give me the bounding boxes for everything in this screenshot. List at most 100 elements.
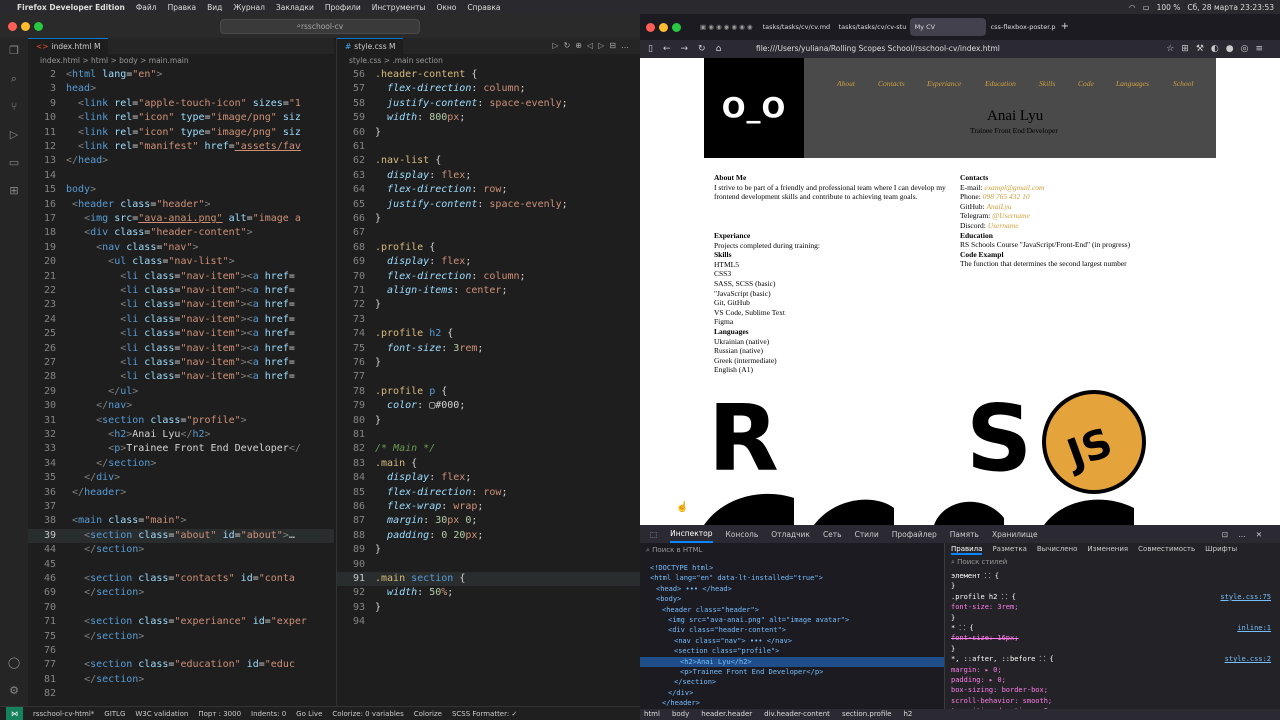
breadcrumb-item[interactable]: h2 xyxy=(903,709,912,720)
wifi-icon[interactable]: ◠ xyxy=(1129,3,1136,12)
url-bar[interactable]: file:///Users/yuliana/Rolling Scopes Sch… xyxy=(756,42,1086,56)
email-link[interactable]: exampl@gmail.com xyxy=(984,183,1044,192)
nav-school[interactable]: School xyxy=(1173,79,1193,88)
code-line[interactable]: 65 justify-content: space-evenly; xyxy=(337,198,640,212)
css-rule-line[interactable]: *, ::after, ::before ⸬ {style.css:2 xyxy=(951,654,1275,664)
code-line[interactable]: 10 <link rel="icon" type="image/png" siz xyxy=(28,111,334,125)
css-rule-line[interactable]: } xyxy=(951,613,1275,623)
tab-profiler[interactable]: Профайлер xyxy=(892,530,937,539)
dom-node[interactable]: <nav class="nav"> ••• </nav> xyxy=(674,636,792,646)
code-line[interactable]: 85 flex-direction: row; xyxy=(337,486,640,500)
code-line[interactable]: 25 <li class="nav-item"><a href= xyxy=(28,327,334,341)
status-scss-formatter[interactable]: SCSS Formatter: ✓ xyxy=(452,710,517,718)
dom-node[interactable]: <body> xyxy=(656,594,681,604)
code-line[interactable]: 88 padding: 0 20px; xyxy=(337,529,640,543)
code-line[interactable]: 69 display: flex; xyxy=(337,255,640,269)
css-source-link[interactable]: inline:1 xyxy=(1237,623,1271,633)
html-search-input[interactable]: ⌕ Поиск в HTML xyxy=(646,545,702,555)
menu-view[interactable]: Вид xyxy=(207,3,222,12)
code-line[interactable]: 45 xyxy=(28,558,334,572)
editor-html[interactable]: <> index.html M index.html > html > body … xyxy=(28,38,334,706)
breadcrumb-item[interactable]: section.profile xyxy=(842,709,892,720)
code-line[interactable]: 21 <li class="nav-item"><a href= xyxy=(28,270,334,284)
command-search-input[interactable]: ⌕ rsschool-cv xyxy=(220,18,420,34)
close-window-icon[interactable] xyxy=(8,22,17,31)
pinned-tab-icons[interactable]: ▣ ◉ ◉ ◉ ◉ ◉ ◉ xyxy=(695,18,758,36)
minimize-window-icon[interactable] xyxy=(21,22,30,31)
menu-bookmarks[interactable]: Закладки xyxy=(276,3,314,12)
code-line[interactable]: 19 <nav class="nav"> xyxy=(28,241,334,255)
code-line[interactable]: 9 <link rel="apple-touch-icon" sizes="1 xyxy=(28,97,334,111)
code-line[interactable]: 77 <section class="education" id="educ xyxy=(28,658,334,672)
status-w3c[interactable]: W3C validation xyxy=(135,710,188,718)
code-line[interactable]: 32 <h2>Anai Lyu</h2> xyxy=(28,428,334,442)
code-line[interactable]: 73 xyxy=(337,313,640,327)
code-line[interactable]: 59 width: 800px; xyxy=(337,111,640,125)
code-line[interactable]: 46 <section class="contacts" id="conta xyxy=(28,572,334,586)
search-icon[interactable]: ⌕ xyxy=(7,72,21,86)
editor-css[interactable]: # style.css M ▷↻⊕◁▷⊟… style.css > .main s… xyxy=(336,38,640,706)
telegram-link[interactable]: @Username xyxy=(992,211,1030,220)
dom-node[interactable]: <p>Trainee Front End Developer</p> xyxy=(680,667,823,677)
status-gitlg[interactable]: GITLG xyxy=(104,710,125,718)
code-line[interactable]: 33 <p>Trainee Front End Developer</ xyxy=(28,442,334,456)
dom-node[interactable]: <h2>Anai Lyu</h2> xyxy=(640,656,944,667)
code-line[interactable]: 67 xyxy=(337,226,640,240)
minimize-window-icon[interactable] xyxy=(659,22,668,32)
source-control-icon[interactable]: ⑂ xyxy=(7,100,21,114)
run-debug-icon[interactable]: ▷ xyxy=(7,128,21,142)
code-line[interactable]: 69 </section> xyxy=(28,586,334,600)
status-golive[interactable]: Go Live xyxy=(296,710,322,718)
tab-style-css[interactable]: # style.css M xyxy=(337,38,404,54)
dom-node[interactable]: <head> ••• </head> xyxy=(656,584,732,594)
code-line[interactable]: 60} xyxy=(337,126,640,140)
code-line[interactable]: 23 <li class="nav-item"><a href= xyxy=(28,298,334,312)
css-rule-line[interactable]: .profile h2 ⸬ {style.css:75 xyxy=(951,592,1275,602)
code-line[interactable]: 18 <div class="header-content"> xyxy=(28,226,334,240)
nav-experiance[interactable]: Experiance xyxy=(927,79,961,88)
tab-styles[interactable]: Стили xyxy=(855,530,879,539)
github-link[interactable]: AnaiLyu xyxy=(986,202,1011,211)
dom-node[interactable]: </section> xyxy=(674,677,716,687)
nav-skills[interactable]: Skills xyxy=(1039,79,1055,88)
app-name[interactable]: Firefox Developer Edition xyxy=(17,3,125,12)
tab-compatibility[interactable]: Совместимость xyxy=(1138,543,1195,555)
folder-icon[interactable]: ▭ xyxy=(7,156,21,170)
phone-link[interactable]: 098 765 432 10 xyxy=(983,192,1030,201)
dom-node[interactable]: </div> xyxy=(668,688,693,698)
explorer-icon[interactable]: ❐ xyxy=(7,44,21,58)
dom-node[interactable]: <header class="header"> xyxy=(662,605,759,615)
code-line[interactable]: 13 </head> xyxy=(28,154,334,168)
code-line[interactable]: 24 <li class="nav-item"><a href= xyxy=(28,313,334,327)
code-line[interactable]: 17 <img src="ava-anai.png" alt="image a xyxy=(28,212,334,226)
close-window-icon[interactable] xyxy=(646,22,655,32)
code-line[interactable]: 22 <li class="nav-item"><a href= xyxy=(28,284,334,298)
css-source-link[interactable]: style.css:75 xyxy=(1220,592,1271,602)
battery-icon[interactable]: ▭ xyxy=(1142,3,1149,12)
back-icon[interactable]: ← xyxy=(663,44,671,54)
menu-history[interactable]: Журнал xyxy=(233,3,265,12)
status-colorize[interactable]: Colorize xyxy=(414,710,442,718)
breadcrumb-item[interactable]: header.header xyxy=(701,709,752,720)
code-line[interactable]: 93} xyxy=(337,601,640,615)
code-line[interactable]: 2 <html lang="en"> xyxy=(28,68,334,82)
tab-my-cv[interactable]: My CV xyxy=(909,18,986,36)
status-indents[interactable]: Indents: 0 xyxy=(251,710,286,718)
reload-icon[interactable]: ↻ xyxy=(698,44,706,54)
code-line[interactable]: 70 xyxy=(28,601,334,615)
dom-node[interactable]: <div class="header-content"> xyxy=(668,625,786,635)
code-line[interactable]: 16 <header class="header"> xyxy=(28,198,334,212)
menu-edit[interactable]: Правка xyxy=(168,3,197,12)
code-line[interactable]: 77 xyxy=(337,370,640,384)
dom-node[interactable]: </header> xyxy=(662,698,700,708)
tab-changes[interactable]: Изменения xyxy=(1087,543,1128,555)
code-line[interactable]: 86 flex-wrap: wrap; xyxy=(337,500,640,514)
code-line[interactable]: 12 <link rel="manifest" href="assets/fav xyxy=(28,140,334,154)
code-line[interactable]: 90 xyxy=(337,558,640,572)
code-line[interactable]: 91 .main section { xyxy=(337,572,640,587)
zoom-window-icon[interactable] xyxy=(672,22,681,32)
remote-indicator[interactable]: ⋈ xyxy=(6,706,23,720)
nav-contacts[interactable]: Contacts xyxy=(878,79,905,88)
code-line[interactable]: 72} xyxy=(337,298,640,312)
code-line[interactable]: 84 display: flex; xyxy=(337,471,640,485)
